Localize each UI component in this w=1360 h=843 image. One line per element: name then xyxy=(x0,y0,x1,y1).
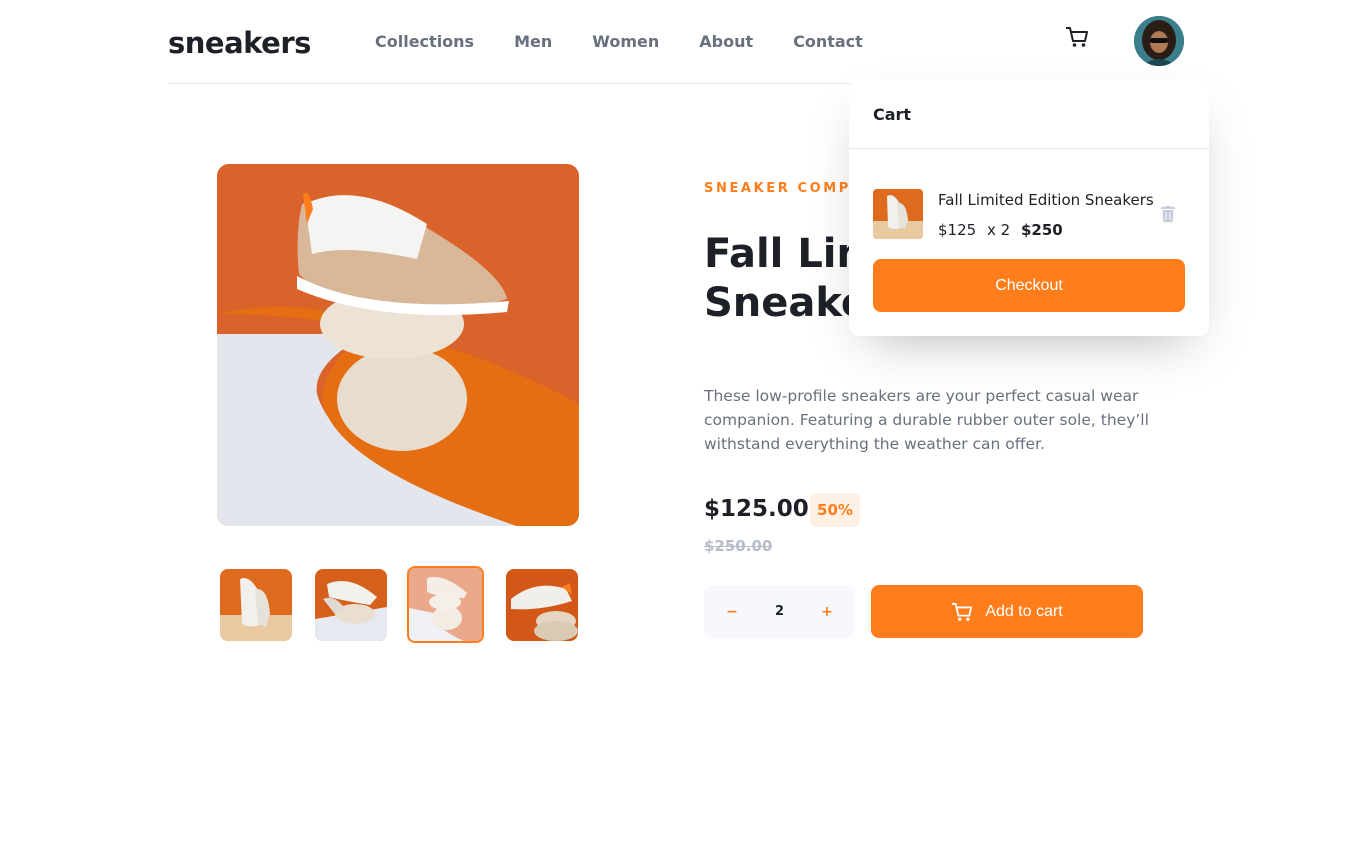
nav-men[interactable]: Men xyxy=(514,32,552,51)
logo[interactable]: sneakers xyxy=(168,26,311,60)
cart-button-icon xyxy=(952,602,973,621)
cart-item-total: $250 xyxy=(1020,221,1063,239)
thumbnail-1[interactable] xyxy=(220,569,292,641)
product-description: These low-profile sneakers are your perf… xyxy=(704,387,1149,453)
main-product-image[interactable] xyxy=(217,164,579,526)
thumbnail-4[interactable] xyxy=(506,569,578,641)
decrease-quantity-button[interactable]: − xyxy=(707,585,757,638)
trash-icon[interactable] xyxy=(1161,206,1175,222)
cart-icon[interactable] xyxy=(1065,26,1089,48)
cart-heading: Cart xyxy=(849,80,1209,149)
add-to-cart-button[interactable]: Add to cart xyxy=(871,585,1143,638)
cart-dropdown: Cart Fall Limited Edition Sneakers $125 … xyxy=(849,80,1209,336)
cart-item-price: $125 xyxy=(938,221,977,239)
current-price: $125.00 xyxy=(704,496,809,522)
cart-item-thumbnail xyxy=(873,189,923,239)
nav-collections[interactable]: Collections xyxy=(375,32,474,51)
discount-badge: 50% xyxy=(810,493,860,527)
thumbnail-strip xyxy=(217,566,579,643)
site-header: sneakers Collections Men Women About Con… xyxy=(168,0,1192,84)
cart-item: Fall Limited Edition Sneakers $125 x 2 $… xyxy=(873,189,1185,239)
original-price: $250.00 xyxy=(704,537,773,555)
add-to-cart-label: Add to cart xyxy=(985,602,1063,620)
thumbnail-2[interactable] xyxy=(315,569,387,641)
checkout-button[interactable]: Checkout xyxy=(873,259,1185,312)
cart-item-quantity: x 2 xyxy=(986,221,1011,239)
quantity-value[interactable]: 2 xyxy=(754,585,805,638)
thumbnail-3[interactable] xyxy=(407,566,484,643)
quantity-stepper: − 2 + xyxy=(704,585,855,638)
cart-item-name: Fall Limited Edition Sneakers xyxy=(938,191,1154,209)
main-nav: Collections Men Women About Contact xyxy=(375,32,863,51)
nav-about[interactable]: About xyxy=(699,32,753,51)
nav-contact[interactable]: Contact xyxy=(793,32,863,51)
nav-women[interactable]: Women xyxy=(592,32,659,51)
cart-item-calc: $125 x 2 $250 xyxy=(938,221,1063,239)
increase-quantity-button[interactable]: + xyxy=(802,585,852,638)
avatar[interactable] xyxy=(1134,16,1184,66)
